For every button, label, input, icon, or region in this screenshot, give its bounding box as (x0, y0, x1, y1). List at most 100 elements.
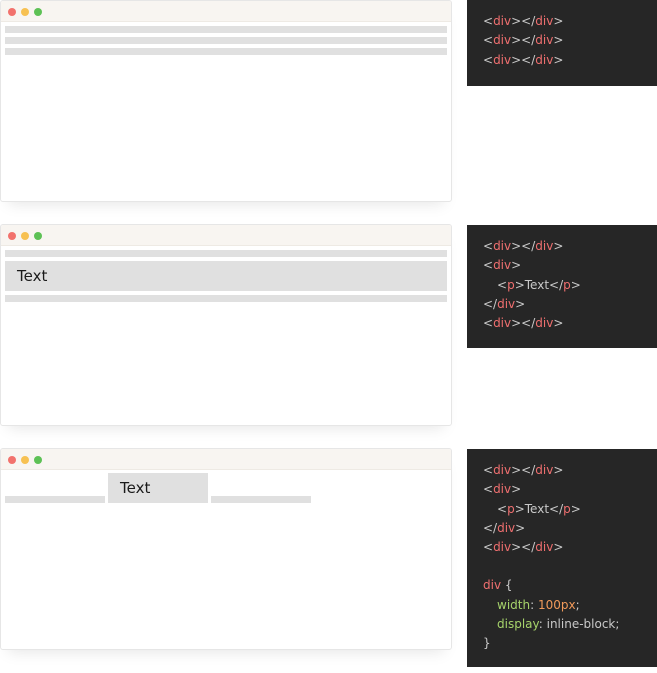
code-token: > (515, 520, 526, 535)
empty-div-block (5, 26, 447, 33)
code-token: > (553, 540, 564, 555)
code-panel-2: <div></div> <div> <p>Text</p> </div> <div></… (467, 225, 657, 348)
browser-viewport: Text (5, 473, 447, 503)
code-token: > (553, 316, 564, 331)
code-token: < (497, 501, 508, 516)
code-token: div (497, 296, 516, 311)
code-token: > (553, 33, 564, 48)
minimize-dot-icon (21, 232, 29, 240)
code-token: div (535, 52, 554, 67)
code-token: div (535, 14, 554, 28)
code-token: } (483, 636, 491, 651)
code-token: > (570, 501, 581, 516)
code-token: > (514, 501, 525, 516)
maximize-dot-icon (34, 8, 42, 16)
code-token: </ (483, 296, 498, 311)
maximize-dot-icon (34, 232, 42, 240)
code-token: ></ (511, 52, 536, 67)
code-line: </div> (483, 519, 641, 538)
code-token: > (511, 482, 522, 497)
code-token: p (507, 501, 515, 516)
code-token: display (497, 617, 539, 632)
minimize-dot-icon (21, 8, 29, 16)
code-line: <div> (483, 480, 641, 499)
code-token: div (483, 578, 502, 593)
code-token: inline-block (546, 617, 616, 632)
empty-inline-block (5, 496, 105, 503)
code-line: </div> (483, 295, 641, 314)
code-line: <p>Text</p> (483, 500, 641, 519)
code-token: div (493, 239, 512, 253)
code-token: < (483, 540, 494, 555)
code-token: < (483, 463, 494, 477)
browser-preview-1 (0, 0, 452, 202)
empty-inline-block (211, 496, 311, 503)
code-token: ></ (511, 540, 536, 555)
code-token: div (535, 316, 554, 331)
code-panel-1: <div></div> <div></div> <div></div> (467, 0, 657, 86)
browser-viewport: Text (5, 250, 447, 306)
code-token: < (483, 14, 494, 28)
code-token: < (483, 239, 494, 253)
empty-div-block (5, 250, 447, 257)
code-token: </ (549, 501, 564, 516)
code-token: ; (575, 597, 580, 612)
minimize-dot-icon (21, 456, 29, 464)
code-panel-3: <div></div> <div> <p>Text</p> </div> <div></… (467, 449, 657, 667)
code-line: <p>Text</p> (483, 276, 641, 295)
code-token: ></ (511, 463, 536, 477)
code-token: > (553, 239, 564, 253)
code-token: </ (483, 520, 498, 535)
code-token: ></ (511, 14, 536, 28)
code-token: Text (524, 277, 550, 292)
code-token: > (514, 277, 525, 292)
code-line: <div></div> (483, 31, 641, 50)
code-line: display: inline-block; (483, 615, 641, 634)
code-line: <div></div> (483, 538, 641, 557)
code-token: div (493, 316, 512, 331)
browser-preview-2: Text (0, 224, 452, 426)
code-line: <div></div> (483, 314, 641, 333)
code-token: > (553, 52, 564, 67)
code-line: <div></div> (483, 461, 641, 480)
code-token: < (483, 482, 494, 497)
code-token: : (538, 617, 547, 632)
code-token: div (493, 540, 512, 555)
code-token: > (553, 14, 564, 28)
code-token: div (493, 33, 512, 48)
code-token: div (497, 520, 516, 535)
text-inline-block: Text (108, 473, 208, 503)
browser-preview-3: Text (0, 448, 452, 650)
code-line: <div> (483, 256, 641, 275)
code-token: < (483, 258, 494, 273)
code-token: < (483, 33, 494, 48)
empty-div-block (5, 295, 447, 302)
code-token: div (535, 33, 554, 48)
code-token: p (563, 501, 571, 516)
inline-block-row: Text (5, 473, 447, 503)
code-token: </ (549, 277, 564, 292)
code-token: ; (615, 617, 620, 632)
code-line: width: 100px; (483, 596, 641, 615)
code-token: > (515, 296, 526, 311)
code-line: } (483, 634, 641, 653)
code-token: div (493, 52, 512, 67)
close-dot-icon (8, 456, 16, 464)
code-line: div { (483, 576, 641, 595)
maximize-dot-icon (34, 456, 42, 464)
preview-text: Text (17, 267, 48, 285)
close-dot-icon (8, 232, 16, 240)
code-token: p (563, 277, 571, 292)
browser-titlebar (1, 1, 451, 22)
code-token: < (483, 316, 494, 331)
code-token: ></ (511, 239, 536, 253)
code-token: Text (524, 501, 550, 516)
code-token: { (501, 578, 513, 593)
code-token: div (535, 540, 554, 555)
text-div-block: Text (5, 261, 447, 291)
close-dot-icon (8, 8, 16, 16)
code-token: div (493, 463, 512, 477)
browser-viewport (5, 26, 447, 59)
code-token: < (497, 277, 508, 292)
